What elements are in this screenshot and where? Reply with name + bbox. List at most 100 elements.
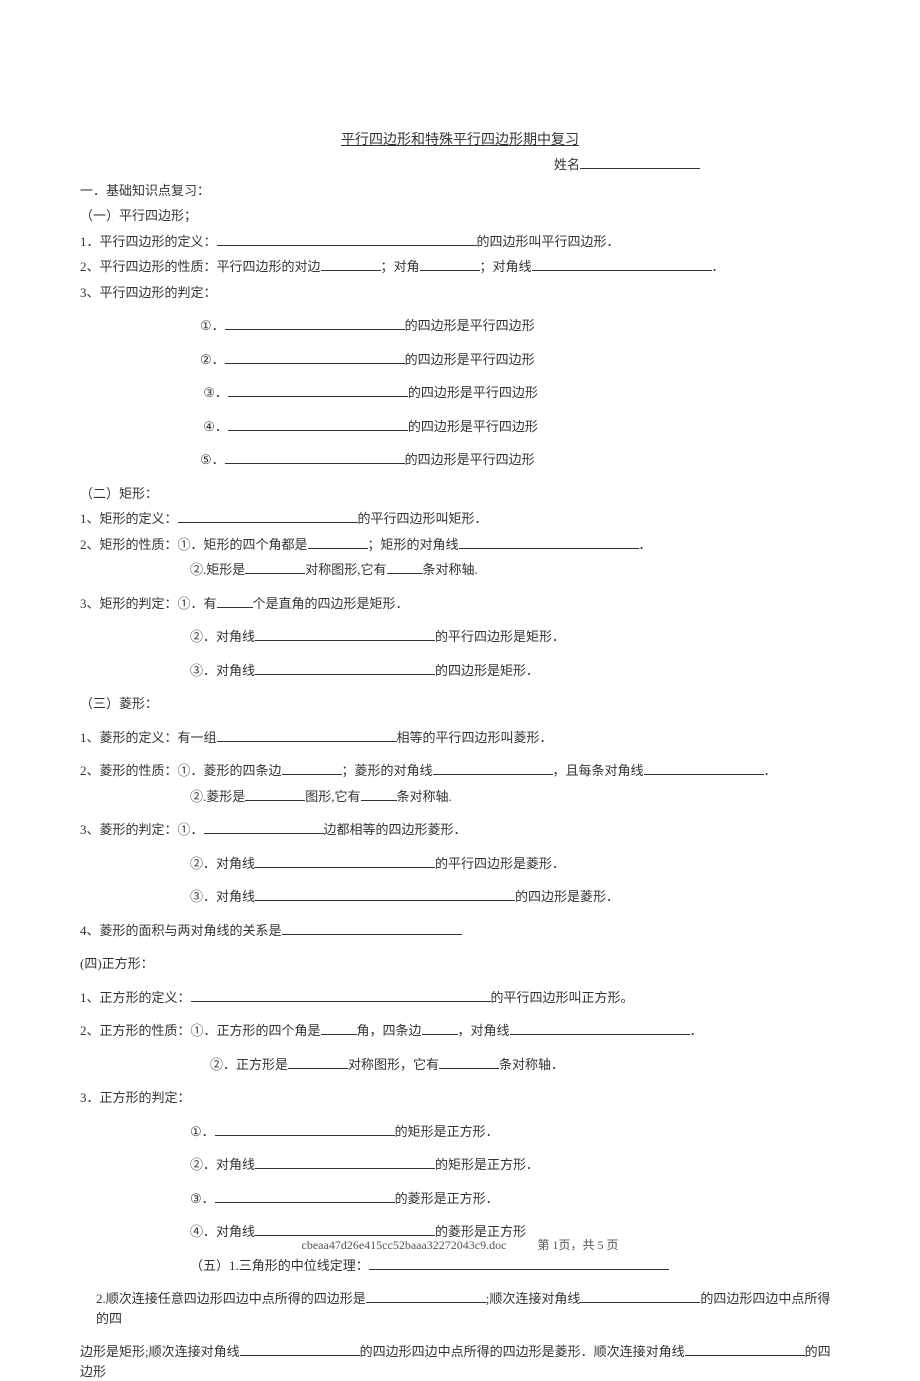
text: 3、矩形的判定：①．有: [80, 596, 217, 611]
judge-4-1: ①． 的矩形是正方形．: [80, 1122, 840, 1142]
blank: [420, 270, 480, 271]
line-4-2a: 2、正方形的性质：①．正方形的四个角是角，四条边，对角线．: [80, 1021, 840, 1041]
blank: [228, 430, 408, 431]
blank: [282, 774, 342, 775]
blank: [361, 800, 397, 801]
blank: [366, 1302, 486, 1303]
text: ②．对角线: [190, 1157, 255, 1172]
text: ③．对角线: [190, 889, 255, 904]
line-5-2b: 边形是矩形;顺次连接对角线的四边形四边中点所得的四边形是菱形．顺次连接对角线的四…: [80, 1342, 840, 1381]
document-title: 平行四边形和特殊平行四边形期中复习: [80, 130, 840, 151]
name-field-row: 姓名: [80, 155, 840, 175]
blank: [532, 270, 712, 271]
text: 2、正方形的性质：①．正方形的四个角是: [80, 1023, 321, 1038]
text: ②.矩形是: [190, 562, 245, 577]
blank: [255, 867, 435, 868]
text: 对称图形，它有: [348, 1057, 439, 1072]
line-3-4: 4、菱形的面积与两对角线的关系是: [80, 921, 840, 941]
text: ③．对角线: [190, 663, 255, 678]
section-1-heading: 一．基础知识点复习：: [80, 181, 840, 201]
text: ③．: [203, 385, 228, 400]
blank: [439, 1068, 499, 1069]
text: 的四边形是平行四边形: [408, 385, 538, 400]
blank: [228, 396, 408, 397]
line-2-3b: ②．对角线的平行四边形是矩形．: [80, 627, 840, 647]
page-footer: cbeaa47d26e415cc52baaa32272043c9.doc 第 1…: [80, 1236, 840, 1254]
text: 条对称轴.: [423, 562, 478, 577]
judge-5: ⑤． 的四边形是平行四边形: [80, 450, 840, 470]
text: 的矩形是正方形．: [435, 1157, 539, 1172]
judge-1: ①．的四边形是平行四边形: [80, 316, 840, 336]
line-3-3a: 3、菱形的判定：①． 边都相等的四边形菱形．: [80, 820, 840, 840]
text: 1、菱形的定义：有一组: [80, 730, 217, 745]
text: 的矩形是正方形．: [395, 1124, 499, 1139]
text: ．: [764, 763, 777, 778]
text: 的四边形叫平行四边形．: [477, 234, 620, 249]
text: ．: [712, 259, 725, 274]
text: ⑤．: [200, 452, 225, 467]
line-3-2b: ②.菱形是图形,它有条对称轴.: [80, 787, 840, 807]
text: ①．: [190, 1124, 215, 1139]
text: ③．: [190, 1191, 215, 1206]
text: 1、矩形的定义：: [80, 511, 178, 526]
text: ，且每条对角线: [553, 763, 644, 778]
text: 的平行四边形叫正方形。: [491, 990, 634, 1005]
line-2-2b: ②.矩形是对称图形,它有条对称轴.: [80, 560, 840, 580]
blank: [245, 800, 305, 801]
text: ．: [690, 1023, 703, 1038]
blank: [178, 522, 358, 523]
line-5-1: （五）1.三角形的中位线定理：: [80, 1256, 840, 1276]
text: 4、菱形的面积与两对角线的关系是: [80, 923, 282, 938]
blank: [191, 1001, 491, 1002]
line-4-1: 1、正方形的定义：的平行四边形叫正方形。: [80, 988, 840, 1008]
text: 的四边形是平行四边形: [405, 452, 535, 467]
blank: [387, 573, 423, 574]
text: ②．: [200, 352, 225, 367]
footer-filename: cbeaa47d26e415cc52baaa32272043c9.doc: [302, 1238, 507, 1252]
subsection-3: （三）菱形：: [80, 694, 840, 714]
blank: [644, 774, 764, 775]
text: ；矩形的对角线: [368, 537, 459, 552]
blank: [422, 1034, 458, 1035]
text: 的平行四边形叫矩形．: [358, 511, 488, 526]
text: ④．: [203, 419, 228, 434]
line-1-3: 3、平行四边形的判定：: [80, 283, 840, 303]
text: 的四边形是菱形．: [515, 889, 619, 904]
text: （五）1.三角形的中位线定理：: [190, 1258, 369, 1273]
blank: [217, 741, 397, 742]
line-4-3: 3．正方形的判定：: [80, 1088, 840, 1108]
judge-2: ②． 的四边形是平行四边形: [80, 350, 840, 370]
text: 2、矩形的性质：①．矩形的四个角都是: [80, 537, 308, 552]
blank: [433, 774, 553, 775]
blank: [282, 934, 462, 935]
text: 边形是矩形;顺次连接对角线: [80, 1344, 240, 1359]
blank: [217, 245, 477, 246]
blank: [580, 1302, 700, 1303]
blank: [245, 573, 305, 574]
text: ②.菱形是: [190, 789, 245, 804]
blank: [225, 363, 405, 364]
blank: [369, 1269, 669, 1270]
text: 边都相等的四边形菱形．: [324, 822, 467, 837]
blank: [225, 329, 405, 330]
subsection-4: (四)正方形：: [80, 954, 840, 974]
name-blank: [580, 168, 700, 169]
text: 的四边形是平行四边形: [405, 352, 535, 367]
line-2-3c: ③．对角线的四边形是矩形．: [80, 661, 840, 681]
line-3-3c: ③．对角线 的四边形是菱形．: [80, 887, 840, 907]
text: 2、菱形的性质：①．菱形的四条边: [80, 763, 282, 778]
judge-3: ③． 的四边形是平行四边形: [80, 383, 840, 403]
line-2-2a: 2、矩形的性质：①．矩形的四个角都是；矩形的对角线．: [80, 535, 840, 555]
text: 的四边形是平行四边形: [408, 419, 538, 434]
blank: [459, 548, 639, 549]
text: 个是直角的四边形是矩形．: [253, 596, 409, 611]
subsection-2: （二）矩形：: [80, 484, 840, 504]
blank: [204, 833, 324, 834]
line-4-2b: ②．正方形是对称图形，它有条对称轴．: [80, 1055, 840, 1075]
judge-4-2: ②．对角线 的矩形是正方形．: [80, 1155, 840, 1175]
name-label: 姓名: [554, 157, 580, 172]
text: 的四边形是平行四边形: [405, 318, 535, 333]
text: 的四边形四边中点所得的四边形是菱形．顺次连接对角线: [360, 1344, 685, 1359]
text: 3、菱形的判定：①．: [80, 822, 204, 837]
blank: [240, 1355, 360, 1356]
